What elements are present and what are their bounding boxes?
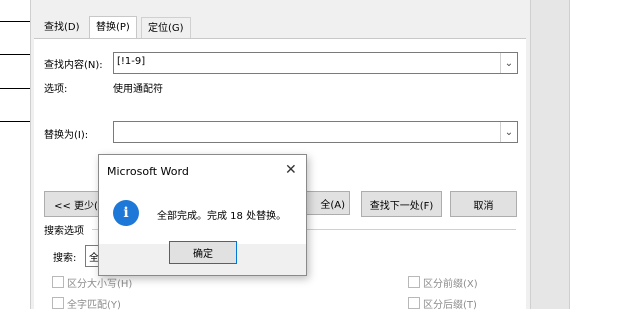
find-label: 查找内容(N):: [44, 60, 103, 71]
match-case-label: 区分大小写(H): [67, 279, 133, 290]
find-input[interactable]: [!1-9]: [117, 56, 145, 67]
less-button-label: << 更少(: [54, 200, 98, 212]
cancel-button[interactable]: 取消: [450, 191, 517, 217]
cancel-label: 取消: [473, 200, 494, 212]
find-next-button[interactable]: 查找下一处(F): [361, 191, 442, 217]
replace-label: 替换为(I):: [44, 130, 89, 141]
chevron-down-icon[interactable]: ⌄: [500, 53, 517, 73]
find-combobox[interactable]: [!1-9] ⌄: [113, 52, 518, 74]
ok-button[interactable]: 确定: [169, 241, 237, 264]
options-label: 选项:: [44, 84, 68, 95]
match-suffix-checkbox[interactable]: [408, 297, 420, 309]
match-prefix-checkbox[interactable]: [408, 276, 420, 288]
options-value: 使用通配符: [113, 84, 163, 95]
document-rule: [0, 21, 30, 22]
replace-combobox[interactable]: ⌄: [113, 121, 518, 143]
message-box-titlebar: Microsoft Word ✕: [99, 155, 306, 187]
document-rule: [0, 88, 30, 89]
search-direction-label: 搜索:: [53, 253, 77, 264]
tab-find-label: 查找(D): [44, 22, 80, 33]
tab-goto-label: 定位(G): [148, 23, 184, 34]
tab-find[interactable]: 查找(D): [38, 17, 86, 38]
ok-button-label: 确定: [193, 249, 213, 260]
document-page-left: [0, 0, 30, 309]
document-rule: [0, 54, 30, 55]
match-case-checkbox[interactable]: [52, 276, 64, 288]
message-box: Microsoft Word ✕ i 全部完成。完成 18 处替换。 确定: [98, 154, 307, 276]
replace-all-button[interactable]: 全(A): [300, 191, 350, 215]
document-page-right: [569, 0, 620, 309]
replace-all-label: 全(A): [320, 199, 345, 211]
chevron-down-icon[interactable]: ⌄: [500, 122, 517, 142]
info-icon: i: [113, 200, 139, 226]
tab-goto[interactable]: 定位(G): [141, 17, 191, 39]
whole-word-checkbox[interactable]: [52, 297, 64, 309]
tab-replace-label: 替换(P): [96, 22, 130, 33]
message-text: 全部完成。完成 18 处替换。: [157, 211, 287, 222]
tab-replace[interactable]: 替换(P): [89, 16, 137, 39]
close-icon[interactable]: ✕: [285, 162, 297, 178]
document-rule: [0, 121, 30, 122]
search-options-title: 搜索选项: [44, 226, 84, 237]
find-next-label: 查找下一处(F): [369, 200, 434, 212]
message-box-title: Microsoft Word: [107, 165, 189, 178]
match-prefix-label: 区分前缀(X): [423, 279, 478, 290]
